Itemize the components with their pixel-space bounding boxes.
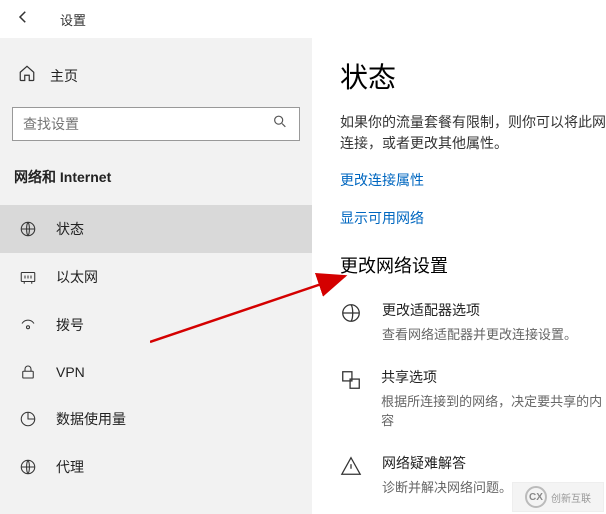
sharing-icon [340,367,363,429]
link-change-connection[interactable]: 更改连接属性 [340,170,606,190]
sidebar-item-status[interactable]: 状态 [0,205,312,253]
sidebar-item-label: 以太网 [56,267,98,287]
adapter-icon [340,300,364,343]
home-icon [18,64,36,87]
setting-sharing-options[interactable]: 共享选项 根据所连接到的网络，决定要共享的内容 [340,367,606,429]
setting-sub: 根据所连接到的网络，决定要共享的内容 [381,391,606,429]
warning-icon [340,453,364,496]
sidebar-item-label: 代理 [56,457,84,477]
setting-adapter-options[interactable]: 更改适配器选项 查看网络适配器并更改连接设置。 [340,300,606,343]
watermark: CX 创新互联 [512,482,604,512]
watermark-logo: CX [525,486,547,508]
search-icon[interactable] [272,114,288,135]
setting-sub: 查看网络适配器并更改连接设置。 [382,324,577,343]
desc-line2: 连接，或者更改其他属性。 [340,135,508,151]
sidebar-item-data-usage[interactable]: 数据使用量 [0,395,312,443]
dialup-icon [18,316,38,334]
sidebar-item-proxy[interactable]: 代理 [0,443,312,491]
ethernet-icon [18,268,38,286]
proxy-icon [18,458,38,476]
sidebar-item-label: 数据使用量 [56,409,126,429]
link-show-networks[interactable]: 显示可用网络 [340,208,606,228]
search-input[interactable] [12,107,300,141]
watermark-text: 创新互联 [551,490,591,505]
subheader: 更改网络设置 [340,252,606,278]
setting-title: 共享选项 [381,367,606,387]
content-pane: 状态 如果你的流量套餐有限制，则你可以将此网 连接，或者更改其他属性。 更改连接… [312,38,606,514]
setting-title: 更改适配器选项 [382,300,577,320]
sidebar-section-title: 网络和 Internet [0,157,312,205]
sidebar-item-dialup[interactable]: 拨号 [0,301,312,349]
sidebar-item-label: 拨号 [56,315,84,335]
page-title: 状态 [340,56,606,96]
sidebar-home-label: 主页 [50,66,78,86]
back-icon[interactable] [14,8,32,31]
window-title: 设置 [60,10,86,29]
sidebar-item-vpn[interactable]: VPN [0,349,312,395]
vpn-icon [18,363,38,381]
sidebar: 主页 网络和 Internet 状态 以太网 [0,38,312,514]
globe-icon [18,220,38,238]
data-usage-icon [18,410,38,428]
sidebar-item-label: 状态 [56,219,84,239]
setting-title: 网络疑难解答 [382,453,512,473]
sidebar-item-label: VPN [56,364,85,380]
sidebar-item-ethernet[interactable]: 以太网 [0,253,312,301]
sidebar-home[interactable]: 主页 [0,54,312,97]
desc-line1: 如果你的流量套餐有限制，则你可以将此网 [340,114,606,130]
setting-sub: 诊断并解决网络问题。 [382,477,512,496]
